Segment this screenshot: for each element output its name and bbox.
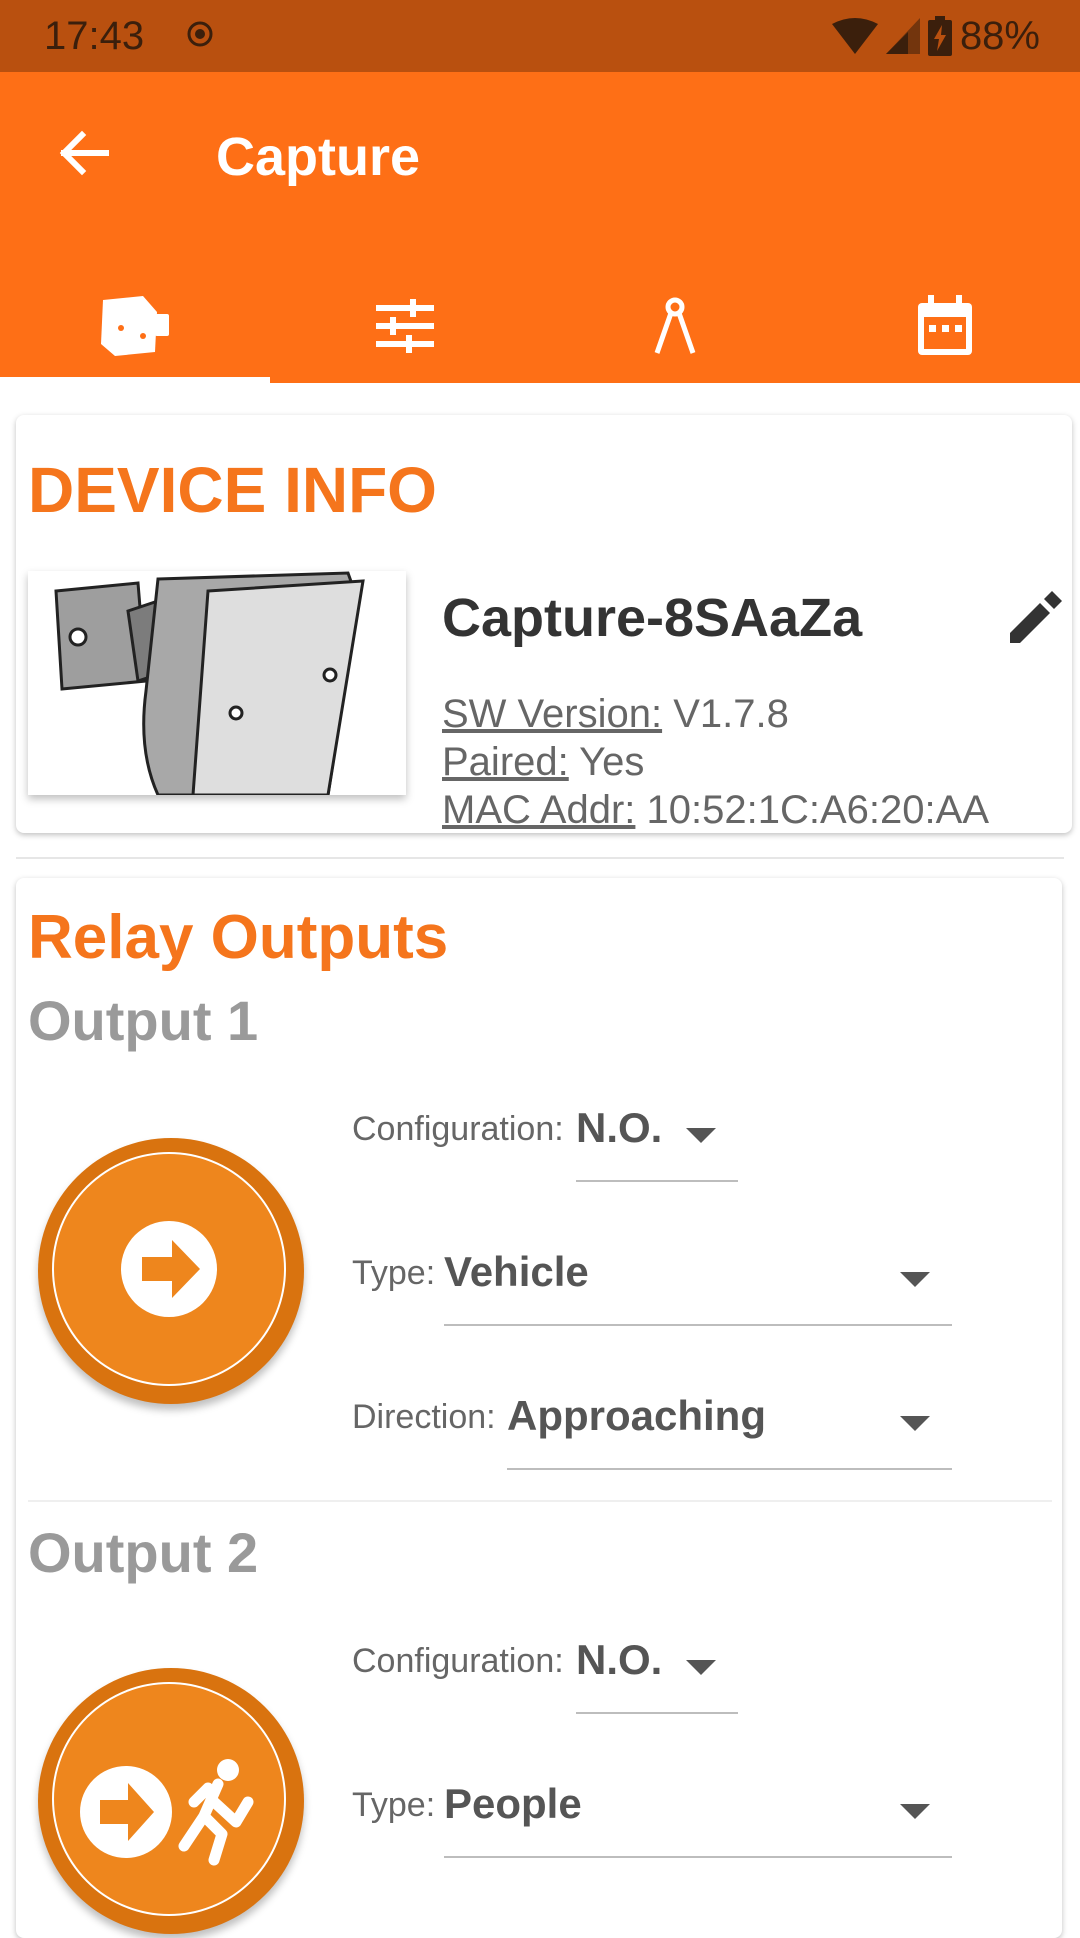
output-2-type-label: Type: — [352, 1786, 436, 1824]
output-2-badge[interactable] — [38, 1668, 304, 1934]
app-title: Capture — [216, 127, 421, 187]
output-2-type-dropdown-icon[interactable] — [900, 1804, 930, 1819]
output-2-configuration-dropdown-icon[interactable] — [686, 1660, 716, 1675]
arrow-person-icon — [80, 1759, 254, 1866]
device-info-title: DEVICE INFO — [28, 454, 437, 526]
status-icons: 88% — [831, 12, 1040, 60]
output-1-type-value[interactable]: Vehicle — [444, 1248, 589, 1296]
output-2-configuration-value[interactable]: N.O. — [576, 1636, 662, 1684]
sliders-icon — [376, 298, 434, 353]
output-divider — [28, 1500, 1052, 1502]
output-1-title: Output 1 — [28, 989, 259, 1052]
compass-icon — [654, 297, 696, 354]
output-1-direction-value[interactable]: Approaching — [507, 1392, 766, 1440]
output-1-configuration-value[interactable]: N.O. — [576, 1104, 662, 1152]
tab-settings[interactable] — [270, 268, 540, 383]
sw-version-label: SW Version: — [442, 692, 663, 736]
tab-schedule[interactable] — [810, 268, 1080, 383]
output-1-type-label: Type: — [352, 1254, 436, 1292]
output-1-configuration-label: Configuration: — [352, 1110, 564, 1148]
paired-line: Paired: Yes — [442, 740, 644, 785]
section-divider — [16, 857, 1064, 859]
back-arrow-icon[interactable] — [56, 126, 110, 180]
edit-pencil-icon[interactable] — [1006, 589, 1064, 647]
arrow-right-icon — [121, 1221, 217, 1317]
calendar-icon — [918, 294, 972, 355]
tab-installation[interactable] — [540, 268, 810, 383]
device-name: Capture-8SAaZa — [442, 588, 863, 648]
battery-charging-icon — [927, 16, 952, 56]
output-2-title: Output 2 — [28, 1521, 259, 1584]
output-2-configuration-label: Configuration: — [352, 1642, 564, 1680]
status-time: 17:43 — [44, 14, 145, 58]
device-info-card: DEVICE INFO Capture-8SAaZa SW Version: V… — [16, 415, 1072, 833]
location-icon — [187, 21, 213, 47]
output-2-type-value[interactable]: People — [444, 1780, 582, 1828]
mac-value: 10:52:1C:A6:20:AA — [646, 788, 989, 832]
output-1-direction-underline — [507, 1468, 952, 1470]
tab-bar — [0, 268, 1080, 383]
output-1-configuration-dropdown-icon[interactable] — [686, 1128, 716, 1143]
signal-icon — [885, 18, 920, 54]
output-1-direction-label: Direction: — [352, 1398, 496, 1436]
output-2-configuration-underline — [576, 1712, 738, 1714]
sw-version-line: SW Version: V1.7.8 — [442, 692, 789, 737]
paired-value: Yes — [579, 740, 645, 784]
output-1-type-underline — [444, 1324, 952, 1326]
tab-device[interactable] — [0, 268, 270, 383]
output-2-type-underline — [444, 1856, 952, 1858]
mac-line: MAC Addr: 10:52:1C:A6:20:AA — [442, 788, 989, 833]
selected-tab-indicator — [0, 377, 270, 383]
status-bar: 17:43 88% — [0, 0, 1080, 72]
wifi-icon — [831, 18, 878, 54]
output-1-badge[interactable] — [38, 1138, 304, 1404]
relay-outputs-card: Relay Outputs Output 1 Configuration: N.… — [16, 878, 1062, 1938]
output-1-type-dropdown-icon[interactable] — [900, 1272, 930, 1287]
mac-label: MAC Addr: — [442, 788, 636, 832]
paired-label: Paired: — [442, 740, 569, 784]
app-bar: Capture — [0, 72, 1080, 383]
relay-outputs-title: Relay Outputs — [28, 903, 449, 972]
device-sensor-icon — [101, 295, 169, 356]
battery-percent: 88% — [959, 13, 1040, 58]
output-1-direction-dropdown-icon[interactable] — [900, 1416, 930, 1431]
sw-version-value: V1.7.8 — [673, 692, 789, 736]
device-image — [28, 571, 406, 797]
output-1-configuration-underline — [576, 1180, 738, 1182]
